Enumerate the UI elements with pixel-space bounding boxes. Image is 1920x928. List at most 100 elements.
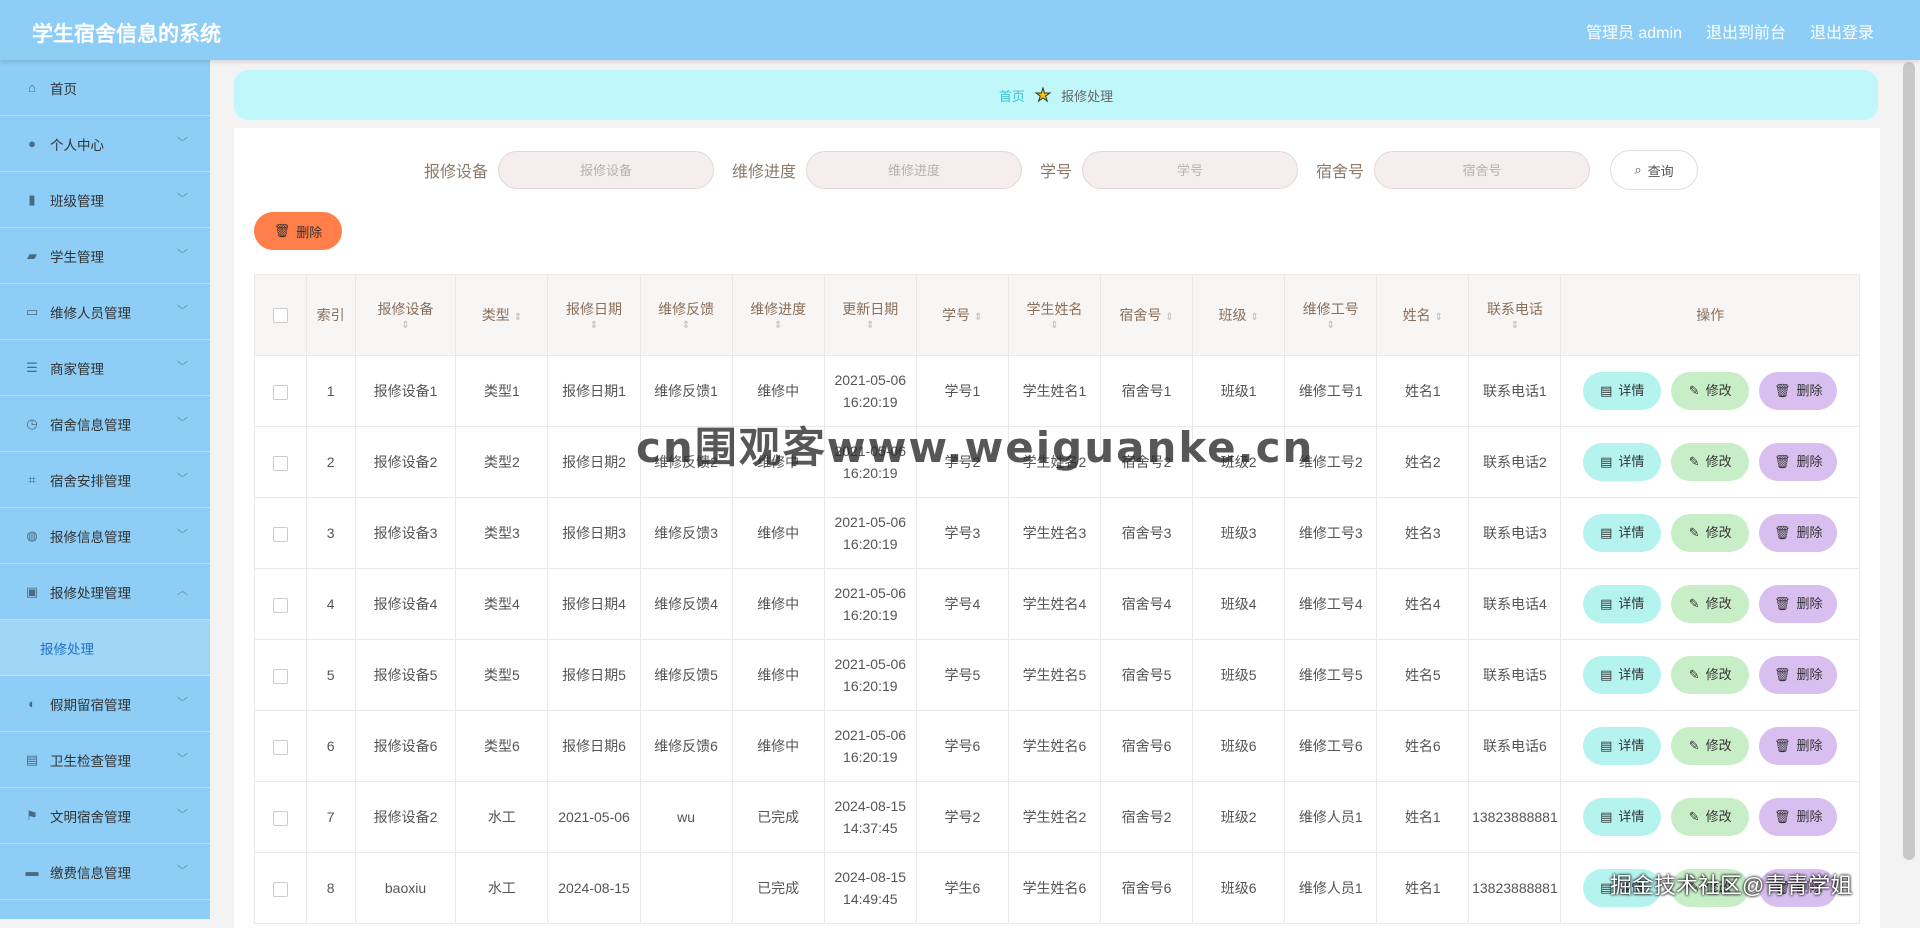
chevron-down-icon: ﹀	[177, 473, 188, 485]
table-cell: 联系电话4	[1468, 568, 1562, 640]
sort-icon[interactable]: ⇕	[1470, 321, 1559, 331]
sort-icon[interactable]: ⇕	[1165, 312, 1173, 323]
edit-button[interactable]: ✎ 修改	[1671, 656, 1750, 694]
edit-label: 修改	[1705, 454, 1732, 469]
sort-icon[interactable]: ⇕	[1250, 312, 1258, 323]
detail-button[interactable]: ▤ 详情	[1583, 727, 1662, 765]
sidebar-item-11[interactable]: ▤ 卫生检查管理 ﹀	[0, 732, 210, 788]
row-checkbox[interactable]	[272, 668, 288, 684]
sort-icon[interactable]: ⇕	[642, 321, 731, 331]
row-delete-button[interactable]: 🗑 删除	[1759, 443, 1838, 481]
table-cell: 宿舍号2	[1100, 426, 1194, 498]
table-cell: 维修中	[731, 568, 825, 640]
sidebar-item-0[interactable]: ⌂ 首页	[0, 60, 210, 116]
detail-label: 详情	[1618, 596, 1645, 611]
table-row: 7 报修设备2 水工 2021-05-06 wu 已完成 2024-08-15 14:37:…	[254, 781, 1860, 853]
column-header[interactable]: 班级 ⇕	[1192, 274, 1286, 356]
sort-icon[interactable]: ⇕	[1435, 312, 1443, 323]
sidebar-item-2[interactable]: ▮ 班级管理 ﹀	[0, 172, 210, 228]
row-delete-button[interactable]: 🗑 删除	[1759, 798, 1838, 836]
page-scrollbar[interactable]	[1903, 62, 1915, 860]
detail-button[interactable]: ▤ 详情	[1583, 443, 1662, 481]
row-checkbox[interactable]	[272, 384, 288, 400]
sidebar-item-label: 维修人员管理	[50, 305, 131, 321]
row-delete-button[interactable]: 🗑 删除	[1759, 372, 1838, 410]
edit-button[interactable]: ✎ 修改	[1671, 727, 1750, 765]
detail-button[interactable]: ▤ 详情	[1583, 514, 1662, 552]
sidebar-item-4[interactable]: ▭ 维修人员管理 ﹀	[0, 284, 210, 340]
search-input-3[interactable]	[1374, 151, 1591, 189]
column-header[interactable]: 更新日期 ⇕	[823, 274, 917, 356]
sort-icon[interactable]: ⇕	[734, 321, 823, 331]
sort-icon[interactable]: ⇕	[514, 312, 522, 323]
column-header[interactable]: 报修日期 ⇕	[547, 274, 641, 356]
search-input-2[interactable]	[1082, 151, 1299, 189]
row-checkbox[interactable]	[272, 810, 288, 826]
column-header[interactable]: 维修反馈 ⇕	[639, 274, 733, 356]
sidebar-item-1[interactable]: ● 个人中心 ﹀	[0, 116, 210, 172]
row-checkbox[interactable]	[272, 455, 288, 471]
column-header[interactable]: 报修设备 ⇕	[354, 274, 457, 356]
column-header[interactable]: 宿舍号 ⇕	[1100, 274, 1194, 356]
row-checkbox[interactable]	[272, 881, 288, 897]
column-header[interactable]: 联系电话 ⇕	[1468, 274, 1562, 356]
table-cell: 班级6	[1192, 852, 1286, 924]
detail-button[interactable]: ▤ 详情	[1583, 372, 1662, 410]
sidebar-item-10[interactable]: ◐ 假期留宿管理 ﹀	[0, 676, 210, 732]
column-header[interactable]: 类型 ⇕	[455, 274, 549, 356]
exit-to-front-link[interactable]: 退出到前台	[1706, 19, 1786, 43]
column-header[interactable]: 学生姓名 ⇕	[1007, 274, 1102, 356]
row-delete-label: 删除	[1796, 667, 1823, 682]
search-input-0[interactable]	[497, 151, 714, 189]
column-header[interactable]: 学号 ⇕	[915, 274, 1009, 356]
table-cell: 姓名1	[1376, 781, 1470, 853]
row-delete-button[interactable]: 🗑 删除	[1759, 656, 1838, 694]
column-header[interactable]: 维修进度 ⇕	[731, 274, 825, 356]
row-delete-button[interactable]: 🗑 删除	[1759, 585, 1838, 623]
sidebar-item-label: 卫生检查管理	[50, 753, 131, 769]
sort-icon[interactable]: ⇕	[357, 321, 455, 331]
detail-button[interactable]: ▤ 详情	[1583, 798, 1662, 836]
sort-icon[interactable]: ⇕	[1286, 321, 1375, 331]
sidebar-item-8[interactable]: ◍ 报修信息管理 ﹀	[0, 508, 210, 564]
sort-icon[interactable]: ⇕	[1010, 321, 1099, 331]
search-input-1[interactable]	[806, 151, 1022, 189]
edit-button[interactable]: ✎ 修改	[1671, 798, 1750, 836]
column-header[interactable]: 姓名 ⇕	[1376, 274, 1470, 356]
row-checkbox[interactable]	[272, 526, 288, 542]
query-button[interactable]: ⌕ 查询	[1610, 150, 1699, 190]
row-actions-cell: ▤ 详情 ✎ 修改 🗑 删除	[1560, 710, 1860, 782]
table-cell: 学号2	[915, 781, 1009, 853]
submenu-item-repair-handle[interactable]: 报修处理	[0, 620, 210, 676]
edit-button[interactable]: ✎ 修改	[1671, 372, 1750, 410]
sort-icon[interactable]: ⇕	[974, 312, 982, 323]
column-header[interactable]: 维修工号 ⇕	[1284, 274, 1378, 356]
row-checkbox[interactable]	[272, 597, 288, 613]
sidebar-item-9[interactable]: ▣ 报修处理管理 ︿	[0, 564, 210, 620]
detail-button[interactable]: ▤ 详情	[1583, 585, 1662, 623]
row-checkbox[interactable]	[272, 739, 288, 755]
sidebar-item-12[interactable]: ⚑ 文明宿舍管理 ﹀	[0, 788, 210, 844]
logout-link[interactable]: 退出登录	[1810, 19, 1874, 43]
sidebar-item-3[interactable]: ▰ 学生管理 ﹀	[0, 228, 210, 284]
column-header-label: 报修日期	[566, 301, 622, 317]
sidebar-item-13[interactable]: ▬ 缴费信息管理 ﹀	[0, 844, 210, 900]
table-cell: 班级1	[1192, 355, 1286, 427]
clock-icon: ◷	[26, 415, 38, 431]
sort-icon[interactable]: ⇕	[549, 321, 638, 331]
sidebar-item-5[interactable]: ☰ 商家管理 ﹀	[0, 340, 210, 396]
table-cell: 3	[305, 497, 356, 569]
table-cell: 学生姓名2	[1007, 781, 1102, 853]
sidebar-item-6[interactable]: ◷ 宿舍信息管理 ﹀	[0, 396, 210, 452]
edit-button[interactable]: ✎ 修改	[1671, 514, 1750, 552]
row-delete-button[interactable]: 🗑 删除	[1759, 727, 1838, 765]
row-delete-button[interactable]: 🗑 删除	[1759, 514, 1838, 552]
breadcrumb-home[interactable]: 首页	[999, 86, 1025, 105]
edit-button[interactable]: ✎ 修改	[1671, 443, 1750, 481]
select-all-checkbox[interactable]	[272, 308, 288, 324]
edit-button[interactable]: ✎ 修改	[1671, 585, 1750, 623]
sort-icon[interactable]: ⇕	[826, 321, 915, 331]
detail-button[interactable]: ▤ 详情	[1583, 656, 1662, 694]
bulk-delete-button[interactable]: 🗑 删除	[254, 212, 342, 250]
sidebar-item-7[interactable]: ⌗ 宿舍安排管理 ﹀	[0, 452, 210, 508]
